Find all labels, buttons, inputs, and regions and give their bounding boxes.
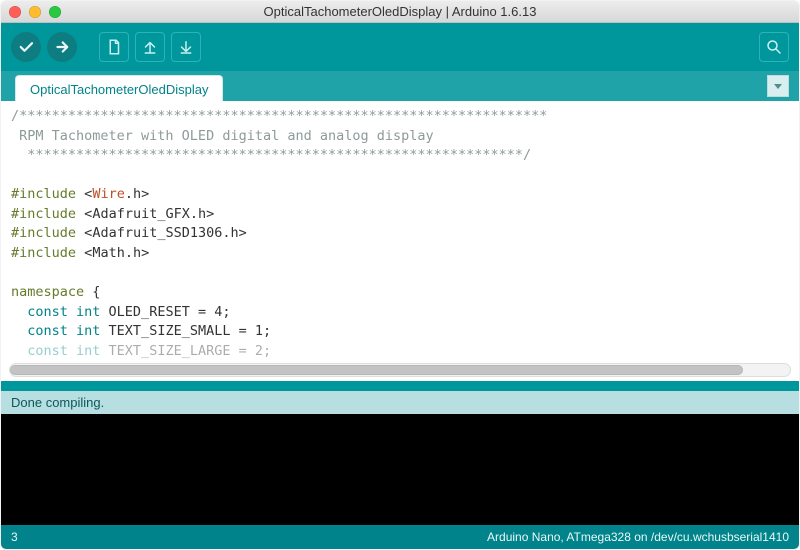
output-console[interactable] <box>1 414 799 525</box>
code-text: /***************************************… <box>11 108 547 124</box>
save-sketch-button[interactable] <box>171 32 201 62</box>
arrow-right-icon <box>53 38 71 56</box>
chevron-down-icon <box>772 80 784 92</box>
board-info: Arduino Nano, ATmega328 on /dev/cu.wchus… <box>487 530 789 544</box>
zoom-window-button[interactable] <box>49 6 61 18</box>
arduino-ide-window: OpticalTachometerOledDisplay | Arduino 1… <box>0 0 800 550</box>
footer-bar: 3 Arduino Nano, ATmega328 on /dev/cu.wch… <box>1 525 799 549</box>
titlebar: OpticalTachometerOledDisplay | Arduino 1… <box>1 1 799 23</box>
traffic-lights <box>9 6 61 18</box>
code-text: ****************************************… <box>11 147 531 163</box>
line-number: 3 <box>11 530 18 544</box>
compile-status: Done compiling. <box>1 391 799 414</box>
toolbar <box>1 23 799 71</box>
window-title: OpticalTachometerOledDisplay | Arduino 1… <box>1 4 799 19</box>
pane-divider[interactable] <box>1 381 799 391</box>
scrollbar-thumb[interactable] <box>10 365 743 375</box>
sketch-tab[interactable]: OpticalTachometerOledDisplay <box>15 75 223 101</box>
code-text: RPM Tachometer with OLED digital and ana… <box>11 128 434 144</box>
arrow-up-icon <box>141 38 159 56</box>
close-window-button[interactable] <box>9 6 21 18</box>
editor-horizontal-scrollbar[interactable] <box>9 363 791 377</box>
check-icon <box>17 38 35 56</box>
serial-monitor-button[interactable] <box>759 32 789 62</box>
tab-bar: OpticalTachometerOledDisplay <box>1 71 799 101</box>
open-sketch-button[interactable] <box>135 32 165 62</box>
minimize-window-button[interactable] <box>29 6 41 18</box>
tab-menu-button[interactable] <box>767 75 789 97</box>
verify-button[interactable] <box>11 32 41 62</box>
upload-button[interactable] <box>47 32 77 62</box>
file-icon <box>105 38 123 56</box>
arrow-down-icon <box>177 38 195 56</box>
code-editor[interactable]: /***************************************… <box>1 101 799 381</box>
new-sketch-button[interactable] <box>99 32 129 62</box>
magnifier-icon <box>765 38 783 56</box>
